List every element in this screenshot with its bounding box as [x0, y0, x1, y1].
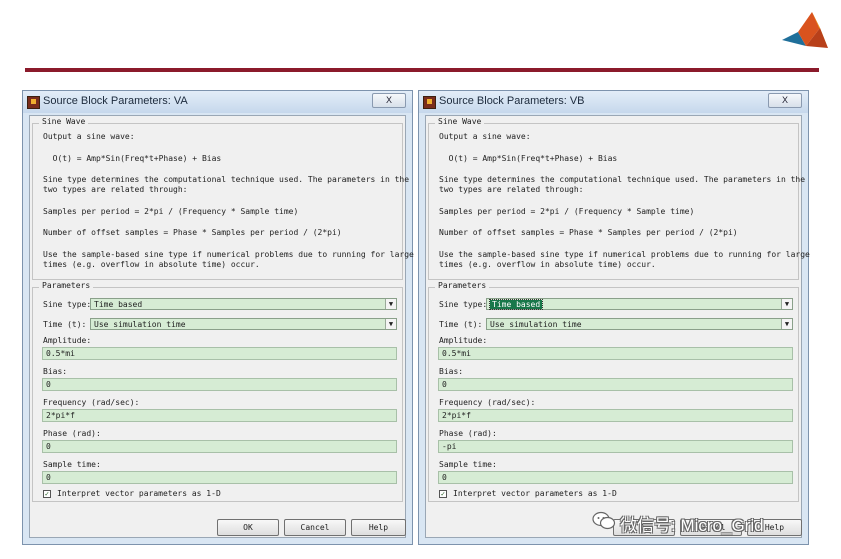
group-legend: Sine Wave: [435, 117, 485, 126]
chevron-down-icon: ▼: [385, 299, 396, 309]
group-legend: Sine Wave: [39, 117, 89, 126]
sample-time-label: Sample time:: [43, 460, 101, 469]
bias-field[interactable]: 0: [438, 378, 793, 391]
chevron-down-icon: ▼: [781, 299, 792, 309]
group-legend: Parameters: [435, 281, 490, 290]
amplitude-label: Amplitude:: [439, 336, 488, 345]
time-label: Time (t):: [439, 320, 483, 329]
simulink-app-icon: [423, 96, 436, 109]
description-line: Output a sine wave:: [439, 132, 531, 141]
description-line: Sine type determines the computational t…: [43, 175, 410, 184]
description-line: Samples per period = 2*pi / (Frequency *…: [439, 207, 695, 216]
sine-type-label: Sine type:: [43, 300, 92, 309]
dialog-va: Source Block Parameters: VA X Sine Wave …: [22, 90, 414, 545]
dialog-vb: Source Block Parameters: VB X Sine Wave …: [418, 90, 810, 545]
sine-wave-group: Sine Wave Output a sine wave: O(t) = Amp…: [32, 117, 414, 280]
watermark: 微信号: Micro_Grid: [592, 508, 817, 536]
description-line: Number of offset samples = Phase * Sampl…: [439, 228, 738, 237]
help-button[interactable]: Help: [351, 519, 406, 536]
bias-label: Bias:: [439, 367, 464, 376]
description-line: times (e.g. overflow in absolute time) o…: [439, 260, 656, 269]
dialog-body: Sine Wave Output a sine wave: O(t) = Amp…: [425, 115, 810, 538]
group-legend: Parameters: [39, 281, 94, 290]
chevron-down-icon: ▼: [781, 319, 792, 329]
bias-field[interactable]: 0: [42, 378, 397, 391]
phase-field[interactable]: 0: [42, 440, 397, 453]
description-line: times (e.g. overflow in absolute time) o…: [43, 260, 260, 269]
sine-type-select[interactable]: Time based ▼: [486, 298, 793, 310]
wechat-icon: [592, 511, 616, 530]
time-select[interactable]: Use simulation time ▼: [486, 318, 793, 330]
description-line: Sine type determines the computational t…: [439, 175, 806, 184]
time-select[interactable]: Use simulation time ▼: [90, 318, 397, 330]
description-line: two types are related through:: [439, 185, 584, 194]
amplitude-label: Amplitude:: [43, 336, 92, 345]
close-button[interactable]: X: [372, 93, 406, 108]
frequency-label: Frequency (rad/sec):: [43, 398, 140, 407]
amplitude-field[interactable]: 0.5*mi: [438, 347, 793, 360]
description-line: Number of offset samples = Phase * Sampl…: [43, 228, 342, 237]
simulink-app-icon: [27, 96, 40, 109]
time-label: Time (t):: [43, 320, 87, 329]
bias-label: Bias:: [43, 367, 68, 376]
description-line: Output a sine wave:: [43, 132, 135, 141]
description-line: O(t) = Amp*Sin(Freq*t+Phase) + Bias: [439, 154, 618, 163]
ok-button[interactable]: OK: [217, 519, 279, 536]
sine-type-label: Sine type:: [439, 300, 488, 309]
description-line: Use the sample-based sine type if numeri…: [43, 250, 414, 259]
watermark-text: 微信号: Micro_Grid: [620, 516, 764, 535]
sample-time-field[interactable]: 0: [438, 471, 793, 484]
interpret-checkbox[interactable]: ✓: [439, 490, 447, 498]
close-button[interactable]: X: [768, 93, 802, 108]
frequency-field[interactable]: 2*pi*f: [42, 409, 397, 422]
titlebar[interactable]: Source Block Parameters: VA X: [23, 91, 412, 113]
parameters-group: Parameters Sine type: Time based ▼ Time …: [32, 281, 403, 502]
description-line: Samples per period = 2*pi / (Frequency *…: [43, 207, 299, 216]
matlab-logo-icon: [782, 12, 828, 48]
interpret-checkbox[interactable]: ✓: [43, 490, 51, 498]
interpret-label: Interpret vector parameters as 1-D: [453, 489, 617, 498]
interpret-label: Interpret vector parameters as 1-D: [57, 489, 221, 498]
phase-label: Phase (rad):: [439, 429, 497, 438]
sample-time-field[interactable]: 0: [42, 471, 397, 484]
parameters-group: Parameters Sine type: Time based ▼ Time …: [428, 281, 799, 502]
description-line: O(t) = Amp*Sin(Freq*t+Phase) + Bias: [43, 154, 222, 163]
description-line: Use the sample-based sine type if numeri…: [439, 250, 810, 259]
phase-label: Phase (rad):: [43, 429, 101, 438]
amplitude-field[interactable]: 0.5*mi: [42, 347, 397, 360]
slide-divider-line: [25, 68, 819, 72]
sine-wave-group: Sine Wave Output a sine wave: O(t) = Amp…: [428, 117, 810, 280]
sine-type-select[interactable]: Time based ▼: [90, 298, 397, 310]
chevron-down-icon: ▼: [385, 319, 396, 329]
titlebar[interactable]: Source Block Parameters: VB X: [419, 91, 808, 113]
frequency-label: Frequency (rad/sec):: [439, 398, 536, 407]
description-line: two types are related through:: [43, 185, 188, 194]
dialog-body: Sine Wave Output a sine wave: O(t) = Amp…: [29, 115, 414, 538]
cancel-button[interactable]: Cancel: [284, 519, 346, 536]
sample-time-label: Sample time:: [439, 460, 497, 469]
dialog-title: Source Block Parameters: VB: [439, 95, 585, 107]
phase-field[interactable]: -pi: [438, 440, 793, 453]
frequency-field[interactable]: 2*pi*f: [438, 409, 793, 422]
dialog-title: Source Block Parameters: VA: [43, 95, 188, 107]
